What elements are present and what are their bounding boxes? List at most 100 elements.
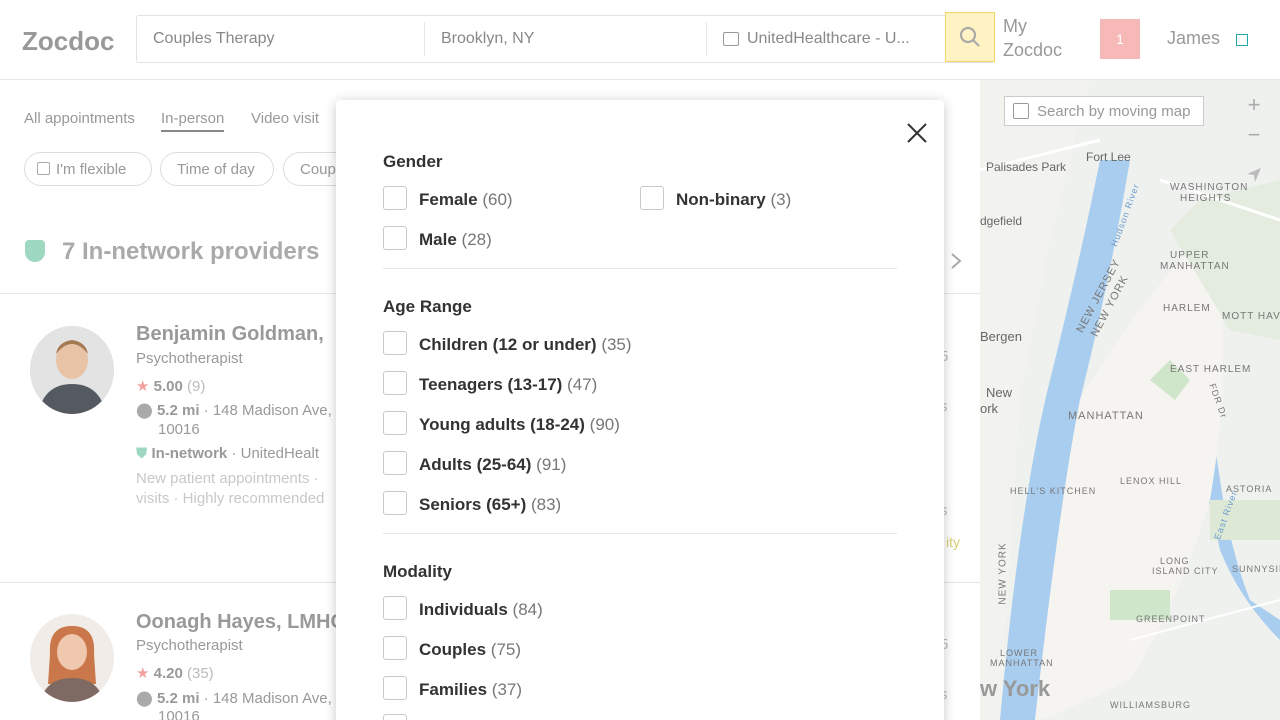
male-option[interactable]: Male (28) xyxy=(419,230,492,250)
insurance-field[interactable]: UnitedHealthcare - U... xyxy=(747,30,927,48)
zocdoc-logo[interactable]: Zocdoc xyxy=(22,26,114,57)
option-label: Young adults (18-24) xyxy=(419,415,585,434)
tab-video-visit[interactable]: Video visit xyxy=(251,110,319,127)
age-range-heading: Age Range xyxy=(383,297,472,316)
star-icon: ★ xyxy=(136,378,150,395)
rating-value: 4.20 xyxy=(153,665,183,682)
search-bar: Couples Therapy Brooklyn, NY UnitedHealt… xyxy=(136,15,994,63)
families-checkbox[interactable] xyxy=(383,676,407,700)
results-title: 7 In-network providers xyxy=(62,238,320,265)
young-adults-checkbox[interactable] xyxy=(383,411,407,435)
close-icon xyxy=(907,123,927,143)
search-button[interactable] xyxy=(945,12,995,62)
doctor-portrait xyxy=(30,614,114,702)
doctor-specialty: Psychotherapist xyxy=(136,637,243,654)
option-label: Male xyxy=(419,230,457,249)
families-option[interactable]: Families (37) xyxy=(419,680,522,700)
specialty-field[interactable]: Couples Therapy xyxy=(153,30,423,48)
map-label-manhattan: MANHATTAN xyxy=(1068,410,1144,422)
seniors-option[interactable]: Seniors (65+) (83) xyxy=(419,495,561,515)
doctor-name[interactable]: Benjamin Goldman, xyxy=(136,323,324,346)
zip-code: 10016 xyxy=(158,708,200,720)
in-network-shield-icon xyxy=(25,240,45,262)
shield-icon: ⛊ xyxy=(136,445,148,462)
adults-checkbox[interactable] xyxy=(383,451,407,475)
individuals-checkbox[interactable] xyxy=(383,596,407,620)
map-label-hells-kitchen: HELL'S KITCHEN xyxy=(1010,486,1097,496)
user-avatar[interactable]: 1 xyxy=(1100,19,1140,59)
search-icon xyxy=(959,26,980,47)
option-label: Individuals xyxy=(419,600,508,619)
next-option-checkbox[interactable] xyxy=(383,714,407,720)
tab-all-appointments[interactable]: All appointments xyxy=(24,110,135,127)
adults-option[interactable]: Adults (25-64) (91) xyxy=(419,455,566,475)
option-count: (60) xyxy=(482,190,513,209)
zoom-out-button[interactable]: − xyxy=(1236,120,1272,150)
map-label-heights: HEIGHTS xyxy=(1180,193,1232,204)
couples-checkbox[interactable] xyxy=(383,636,407,660)
couples-option[interactable]: Couples (75) xyxy=(419,640,521,660)
non-binary-option[interactable]: Non-binary (3) xyxy=(676,190,791,210)
teenagers-option[interactable]: Teenagers (13-17) (47) xyxy=(419,375,597,395)
individuals-option[interactable]: Individuals (84) xyxy=(419,600,543,620)
search-by-moving-map[interactable]: Search by moving map xyxy=(1004,96,1204,126)
teenagers-checkbox[interactable] xyxy=(383,371,407,395)
map-canvas xyxy=(980,80,1280,720)
doctor-photo[interactable] xyxy=(30,326,114,414)
tab-in-person[interactable]: In-person xyxy=(161,110,225,132)
search-divider xyxy=(424,22,425,56)
user-name[interactable]: James xyxy=(1167,28,1220,49)
doctor-photo[interactable] xyxy=(30,614,114,702)
option-label: Children (12 or under) xyxy=(419,335,597,354)
my-zocdoc-link-2[interactable]: Zocdoc xyxy=(1003,40,1062,61)
menu-chevron-icon[interactable] xyxy=(1236,34,1248,46)
my-zocdoc-link[interactable]: My xyxy=(1003,16,1027,37)
children-checkbox[interactable] xyxy=(383,331,407,355)
location-field[interactable]: Brooklyn, NY xyxy=(441,30,701,48)
map-label-mott-haven: MOTT HAVEN xyxy=(1222,311,1280,322)
chevron-right-icon[interactable] xyxy=(948,252,964,270)
locate-button[interactable] xyxy=(1236,160,1272,190)
location-pin-icon: ⬤ xyxy=(136,402,153,419)
option-count: (35) xyxy=(601,335,632,354)
flexible-filter[interactable]: I'm flexible xyxy=(24,152,152,186)
address-value: 148 Madison Ave, xyxy=(212,402,332,419)
map-label-upper-manhattan: MANHATTAN xyxy=(1160,261,1230,272)
map-label-island-city: ISLAND CITY xyxy=(1152,566,1219,576)
non-binary-checkbox[interactable] xyxy=(640,186,664,210)
map-label-williamsburg: WILLIAMSBURG xyxy=(1110,700,1192,710)
doctor-rating[interactable]: ★ 5.00 (9) xyxy=(136,377,205,395)
female-option[interactable]: Female (60) xyxy=(419,190,513,210)
option-label: Adults (25-64) xyxy=(419,455,532,474)
doctor-location: ⬤ 5.2 mi · 148 Madison Ave, xyxy=(136,690,332,707)
gender-heading: Gender xyxy=(383,152,443,171)
map-label-new-york: w York xyxy=(980,676,1051,701)
option-count: (47) xyxy=(567,375,598,394)
distance-value: 5.2 mi xyxy=(156,402,200,419)
young-adults-option[interactable]: Young adults (18-24) (90) xyxy=(419,415,620,435)
children-option[interactable]: Children (12 or under) (35) xyxy=(419,335,632,355)
map-label-long: LONG xyxy=(1160,556,1190,566)
seniors-checkbox[interactable] xyxy=(383,491,407,515)
doctor-rating[interactable]: ★ 4.20 (35) xyxy=(136,664,214,682)
option-label: Non-binary xyxy=(676,190,766,209)
map-label-new: New xyxy=(986,385,1013,400)
location-pin-icon: ⬤ xyxy=(136,690,153,707)
map-search-checkbox[interactable] xyxy=(1013,103,1029,119)
network-status: ⛊ In-network · UnitedHealt xyxy=(136,445,320,462)
map-label-new-york-vertical: NEW YORK xyxy=(997,542,1009,605)
option-label: Seniors (65+) xyxy=(419,495,527,514)
distance-value: 5.2 mi xyxy=(156,690,200,707)
zoom-in-button[interactable]: + xyxy=(1236,90,1272,120)
star-icon: ★ xyxy=(136,665,150,682)
time-of-day-filter[interactable]: Time of day xyxy=(160,152,274,186)
doctor-name[interactable]: Oonagh Hayes, LMHC xyxy=(136,611,345,634)
close-button[interactable] xyxy=(902,118,932,148)
map-panel[interactable]: Palisades Park Fort Lee WASHINGTON HEIGH… xyxy=(980,80,1280,720)
modality-heading: Modality xyxy=(383,562,452,581)
male-checkbox[interactable] xyxy=(383,226,407,250)
map-label-york: ork xyxy=(980,401,999,416)
map-label-lower: LOWER xyxy=(1000,648,1039,658)
female-checkbox[interactable] xyxy=(383,186,407,210)
option-label: Female xyxy=(419,190,478,209)
